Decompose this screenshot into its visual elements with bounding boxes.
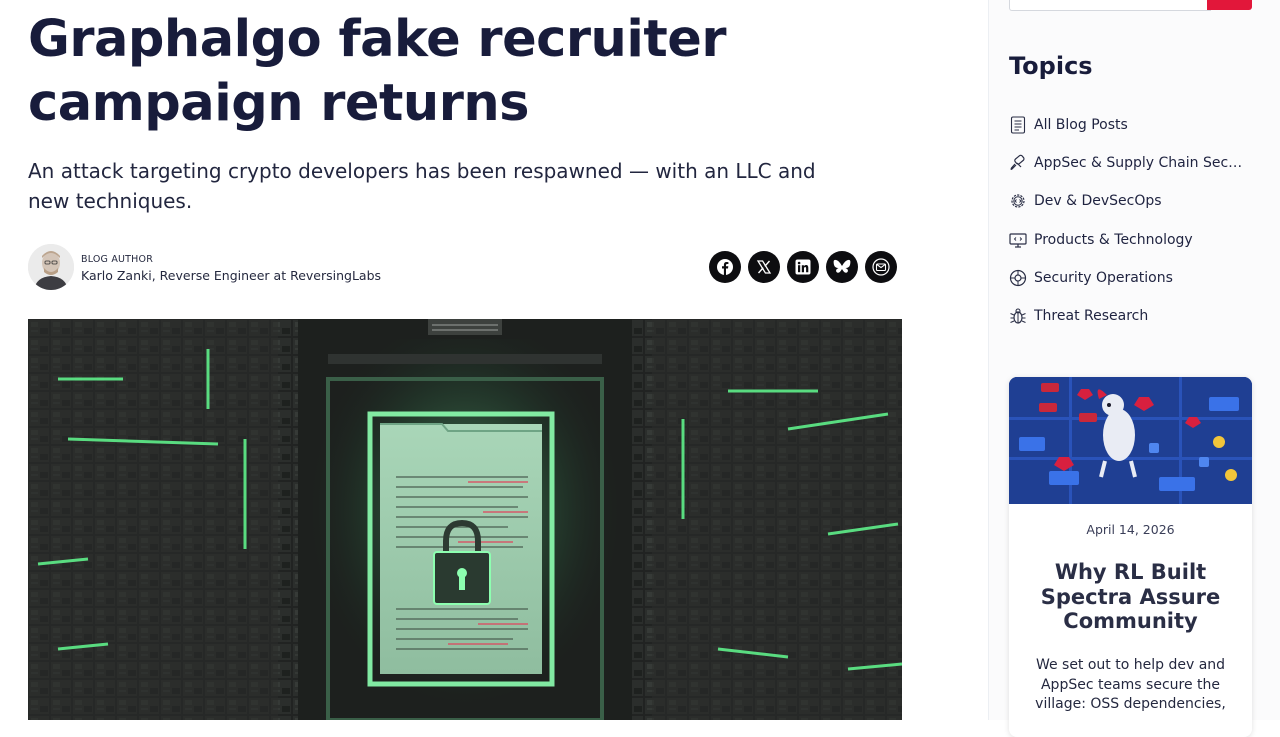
share-bluesky-button[interactable] (826, 251, 858, 283)
featured-post-card[interactable]: April 14, 2026 Why RL Built Spectra Assu… (1009, 377, 1252, 737)
share-linkedin-button[interactable] (787, 251, 819, 283)
topic-threat-research[interactable]: Threat Research (1009, 297, 1259, 335)
bluesky-icon (833, 259, 851, 273)
monitor-icon (1009, 231, 1027, 249)
topic-products-technology[interactable]: Products & Technology (1009, 221, 1259, 259)
card-image (1009, 377, 1252, 504)
article-title-line1: Graphalgo fake recruiter (28, 10, 726, 69)
article-main: Graphalgo fake recruiter campaign return… (0, 0, 988, 720)
gear-code-icon (1009, 192, 1027, 210)
share-email-button[interactable] (865, 251, 897, 283)
article-subtitle: An attack targeting crypto developers ha… (28, 159, 816, 213)
topic-all-blog-posts[interactable]: All Blog Posts (1009, 106, 1259, 144)
topic-label: Security Operations (1034, 269, 1173, 286)
author-name[interactable]: Karlo Zanki, Reverse Engineer at Reversi… (81, 268, 381, 283)
article-title: Graphalgo fake recruiter campaign return… (28, 8, 726, 136)
topic-dev-devsecops[interactable]: Dev & DevSecOps (1009, 182, 1259, 220)
topic-label: Products & Technology (1034, 231, 1193, 248)
email-icon (872, 258, 890, 276)
topic-security-operations[interactable]: Security Operations (1009, 259, 1259, 297)
card-excerpt: We set out to help dev and AppSec teams … (1035, 657, 1226, 713)
topic-label: All Blog Posts (1034, 117, 1128, 134)
author-kicker: BLOG AUTHOR (81, 254, 154, 265)
share-x-button[interactable] (748, 251, 780, 283)
chain-link-icon (1009, 154, 1027, 172)
topic-appsec-supply-chain[interactable]: AppSec & Supply Chain Security (1009, 144, 1259, 182)
topic-label: AppSec & Supply Chain Security (1034, 155, 1244, 172)
article-title-line2: campaign returns (28, 74, 530, 133)
document-icon (1009, 116, 1027, 134)
topics-heading: Topics (1009, 52, 1093, 80)
hero-image (28, 319, 902, 720)
facebook-icon (717, 259, 733, 275)
shield-target-icon (1009, 269, 1027, 287)
x-icon (756, 260, 772, 274)
card-date: April 14, 2026 (1086, 522, 1175, 537)
linkedin-icon (795, 259, 811, 275)
avatar (28, 244, 74, 290)
share-buttons (709, 251, 897, 283)
share-facebook-button[interactable] (709, 251, 741, 283)
bug-icon (1009, 307, 1027, 325)
search-input[interactable] (1009, 0, 1211, 11)
topic-label: Dev & DevSecOps (1034, 193, 1162, 210)
card-title[interactable]: Why RL Built Spectra Assure Community (1029, 560, 1232, 634)
topics-list: All Blog Posts AppSec & Supply Chain Sec… (1009, 106, 1259, 335)
search-button[interactable] (1207, 0, 1252, 10)
sidebar: Topics All Blog Posts AppSec & Supply Ch… (988, 0, 1280, 737)
topic-label: Threat Research (1034, 308, 1149, 325)
